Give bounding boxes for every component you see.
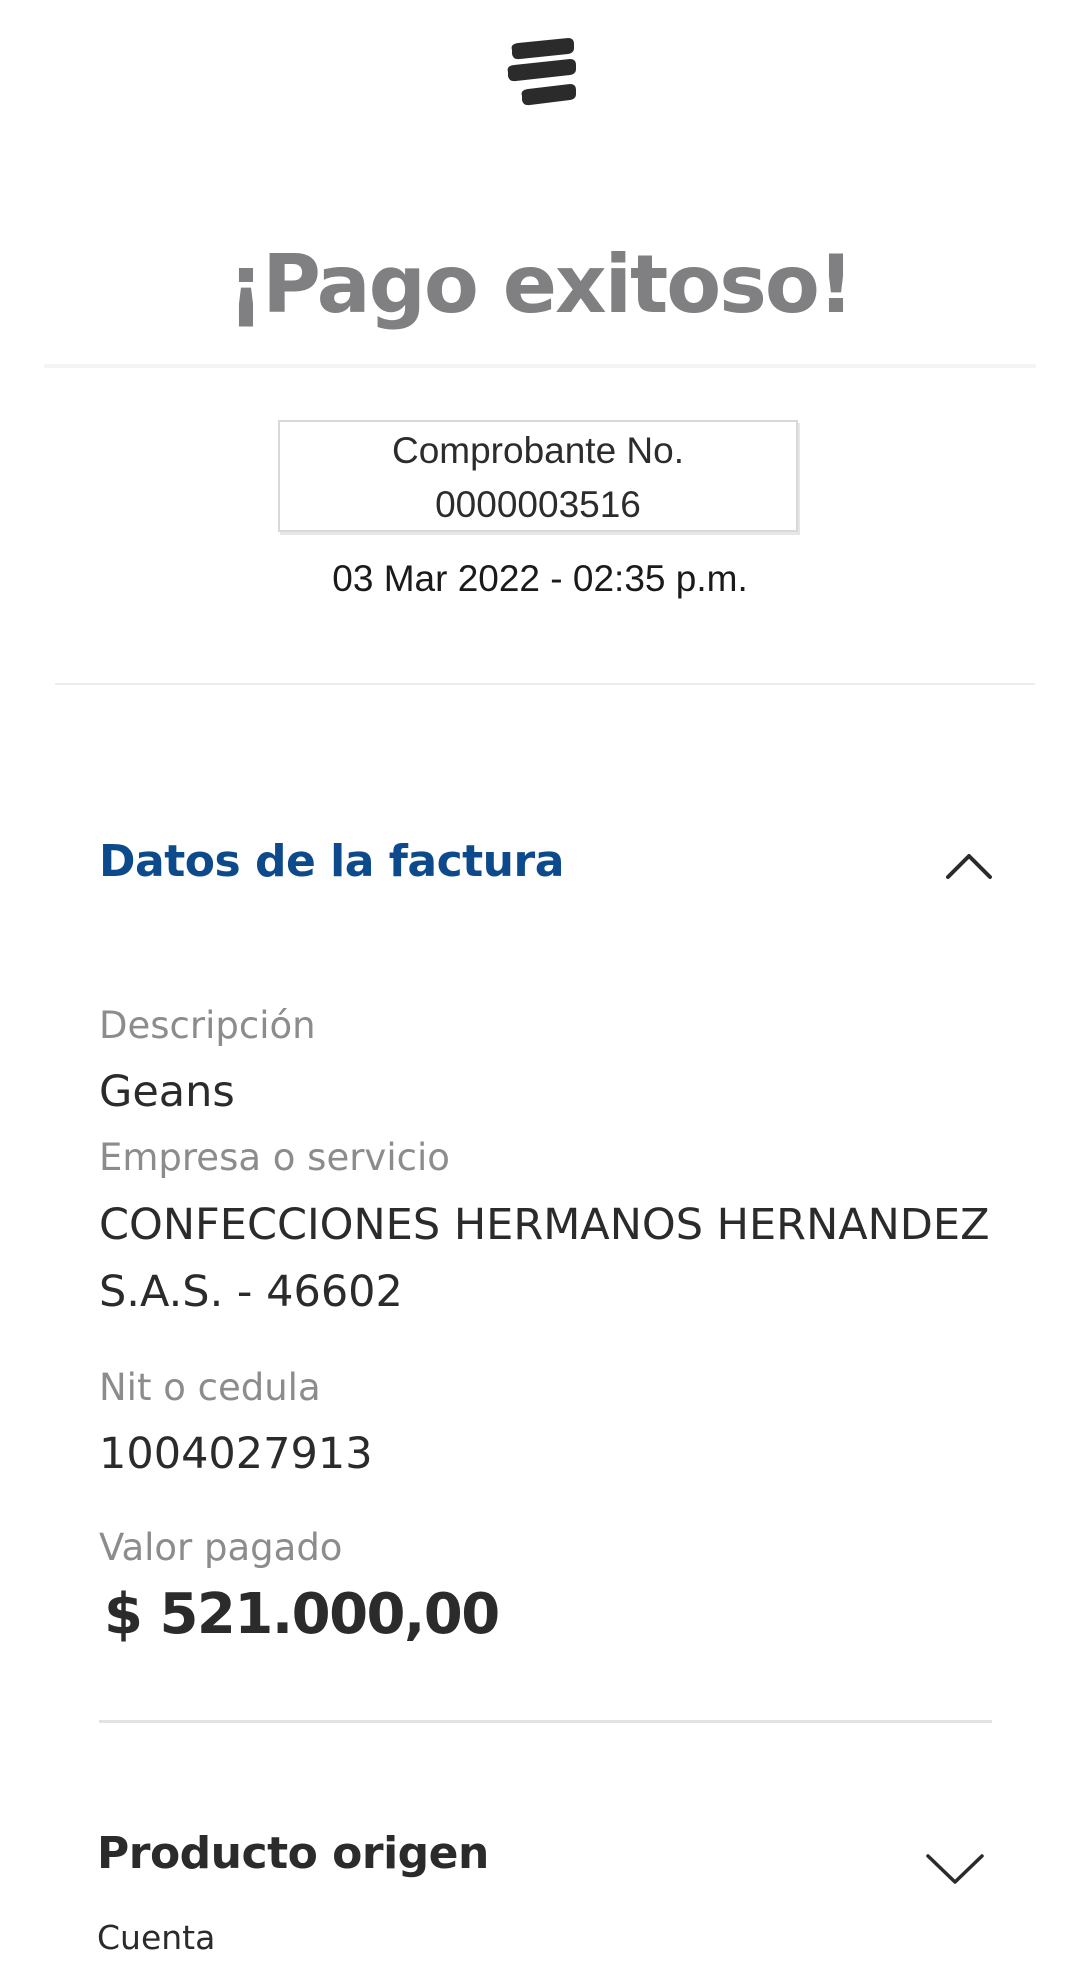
bank-logo-icon bbox=[507, 38, 576, 106]
receipt-number: 0000003516 bbox=[435, 484, 641, 525]
product-section-title: Producto origen bbox=[97, 1828, 489, 1879]
amount-label: Valor pagado bbox=[99, 1526, 343, 1569]
divider bbox=[55, 683, 1035, 685]
description-value: Geans bbox=[99, 1067, 235, 1117]
page-title: ¡Pago exitoso! bbox=[227, 238, 855, 331]
product-section-header[interactable]: Producto origen bbox=[97, 1828, 997, 1888]
id-value: 1004027913 bbox=[99, 1429, 373, 1479]
transaction-datetime: 03 Mar 2022 - 02:35 p.m. bbox=[332, 558, 748, 599]
receipt-number-box: Comprobante No. 0000003516 bbox=[278, 420, 798, 532]
receipt-label: Comprobante No. bbox=[391, 430, 685, 471]
company-value-line1: CONFECCIONES HERMANOS HERNANDEZ bbox=[99, 1200, 990, 1250]
chevron-down-icon[interactable] bbox=[925, 1852, 985, 1886]
company-value-line2: S.A.S. - 46602 bbox=[99, 1267, 403, 1317]
chevron-up-icon[interactable] bbox=[945, 850, 993, 880]
invoice-section-header[interactable]: Datos de la factura bbox=[99, 836, 999, 896]
account-label: Cuenta bbox=[97, 1918, 216, 1957]
payment-success-screen: ¡Pago exitoso! Comprobante No. 000000351… bbox=[0, 0, 1080, 1964]
id-label: Nit o cedula bbox=[99, 1366, 321, 1409]
invoice-section-title: Datos de la factura bbox=[99, 836, 564, 887]
description-label: Descripción bbox=[99, 1004, 316, 1047]
company-label: Empresa o servicio bbox=[99, 1136, 450, 1179]
amount-value: $ 521.000,00 bbox=[104, 1582, 500, 1647]
divider bbox=[99, 1720, 992, 1723]
card-top-edge bbox=[44, 364, 1036, 368]
